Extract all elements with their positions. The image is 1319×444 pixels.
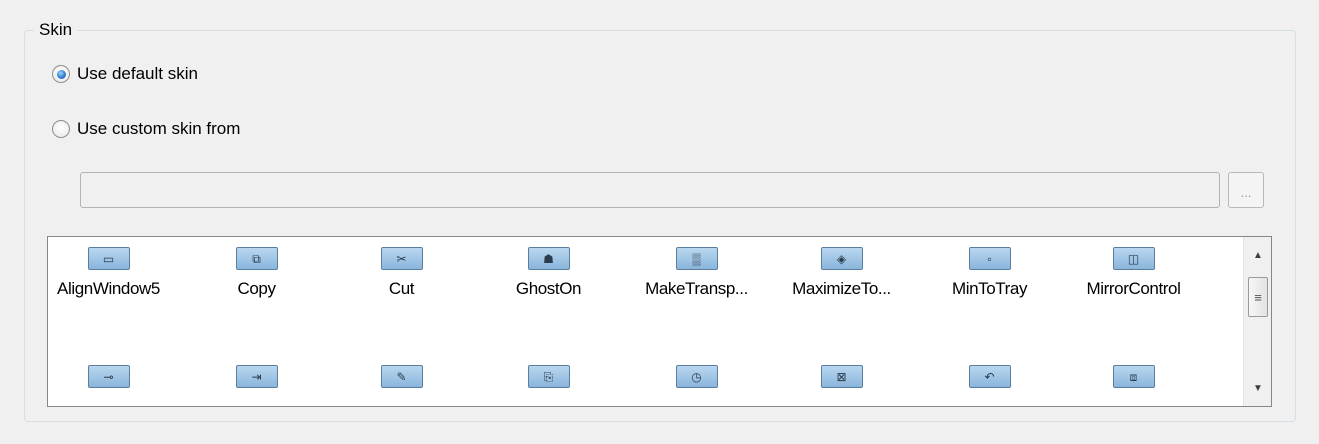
copy-icon: ⧉ [235, 247, 278, 270]
skin-list-item-label: MakeTransp... [645, 279, 748, 298]
grip-icon: ≡ [1254, 289, 1262, 305]
minimize-square-icon: ▫ [968, 247, 1011, 270]
skin-icon-list[interactable]: ▭ AlignWindow5 ⧉ Copy ✂ Cut ☗ GhostOn ▒ MakeTrans… [47, 236, 1272, 407]
clipboard-icon: ⎘ [527, 365, 570, 388]
browse-button[interactable]: ... [1228, 172, 1264, 208]
default-skin-label: Use default skin [77, 64, 198, 83]
vertical-scrollbar[interactable]: ▲ ≡ ▼ [1243, 237, 1271, 406]
transparency-grid-icon: ▒ [675, 247, 718, 270]
edit-icon: ✎ [380, 365, 423, 388]
arrow-up-icon[interactable]: ▲ [1244, 243, 1271, 267]
skin-list-item[interactable]: ⎘ [476, 365, 621, 388]
skin-group-legend: Skin [34, 19, 78, 41]
custom-skin-path-field[interactable] [80, 172, 1220, 208]
scroll-thumb[interactable]: ≡ [1248, 277, 1268, 317]
skin-list-item-label: Copy [237, 279, 276, 298]
resize-icon: ⊠ [820, 365, 863, 388]
default-skin-radio[interactable]: Use default skin [52, 62, 198, 86]
skin-list-item[interactable]: ⧈ [1061, 365, 1206, 388]
skin-list-item[interactable]: ⧉ Copy [184, 247, 329, 299]
radio-selected-icon[interactable] [52, 65, 70, 83]
skin-list-item-label: MinToTray [951, 279, 1028, 298]
skin-list-item[interactable]: ✂ Cut [329, 247, 474, 299]
skin-list-item-label: AlignWindow5 [57, 279, 160, 298]
skin-list-item-label: GhostOn [515, 279, 582, 298]
skin-list-item[interactable]: ▫ MinToTray [917, 247, 1062, 299]
cycle-icon: ⧈ [1112, 365, 1155, 388]
skin-list-item[interactable]: ⊸ [48, 365, 181, 388]
skin-list-item-label: Cut [388, 279, 415, 298]
clock-icon: ◷ [675, 365, 718, 388]
undo-arrow-icon: ↶ [968, 365, 1011, 388]
arrow-down-icon[interactable]: ▼ [1244, 376, 1271, 400]
skin-list-item[interactable]: ↶ [917, 365, 1062, 388]
scissors-icon: ✂ [380, 247, 423, 270]
skin-list-item[interactable]: ▭ AlignWindow5 [48, 247, 181, 299]
skin-list-item[interactable]: ⊠ [769, 365, 914, 388]
skin-list-item[interactable]: ☗ GhostOn [476, 247, 621, 299]
skin-list-item-label: MirrorControl [1086, 279, 1181, 298]
handle-icon: ⊸ [87, 365, 130, 388]
ghost-icon: ☗ [527, 247, 570, 270]
radio-unselected-icon[interactable] [52, 120, 70, 138]
mirror-windows-icon: ◫ [1112, 247, 1155, 270]
custom-skin-radio[interactable]: Use custom skin from [52, 117, 240, 141]
enter-arrow-icon: ⇥ [235, 365, 278, 388]
skin-list-item[interactable]: ◷ [624, 365, 769, 388]
skin-list-item[interactable]: ▒ MakeTransp... [624, 247, 769, 299]
custom-skin-label: Use custom skin from [77, 119, 241, 138]
maximize-arrows-icon: ◈ [820, 247, 863, 270]
window-frame-icon: ▭ [87, 247, 130, 270]
skin-list-item[interactable]: ⇥ [184, 365, 329, 388]
skin-list-item-label: MaximizeTo... [792, 279, 891, 298]
skin-list-item[interactable]: ◫ MirrorControl [1061, 247, 1206, 299]
skin-list-item[interactable]: ◈ MaximizeTo... [769, 247, 914, 299]
skin-list-item[interactable]: ✎ [329, 365, 474, 388]
